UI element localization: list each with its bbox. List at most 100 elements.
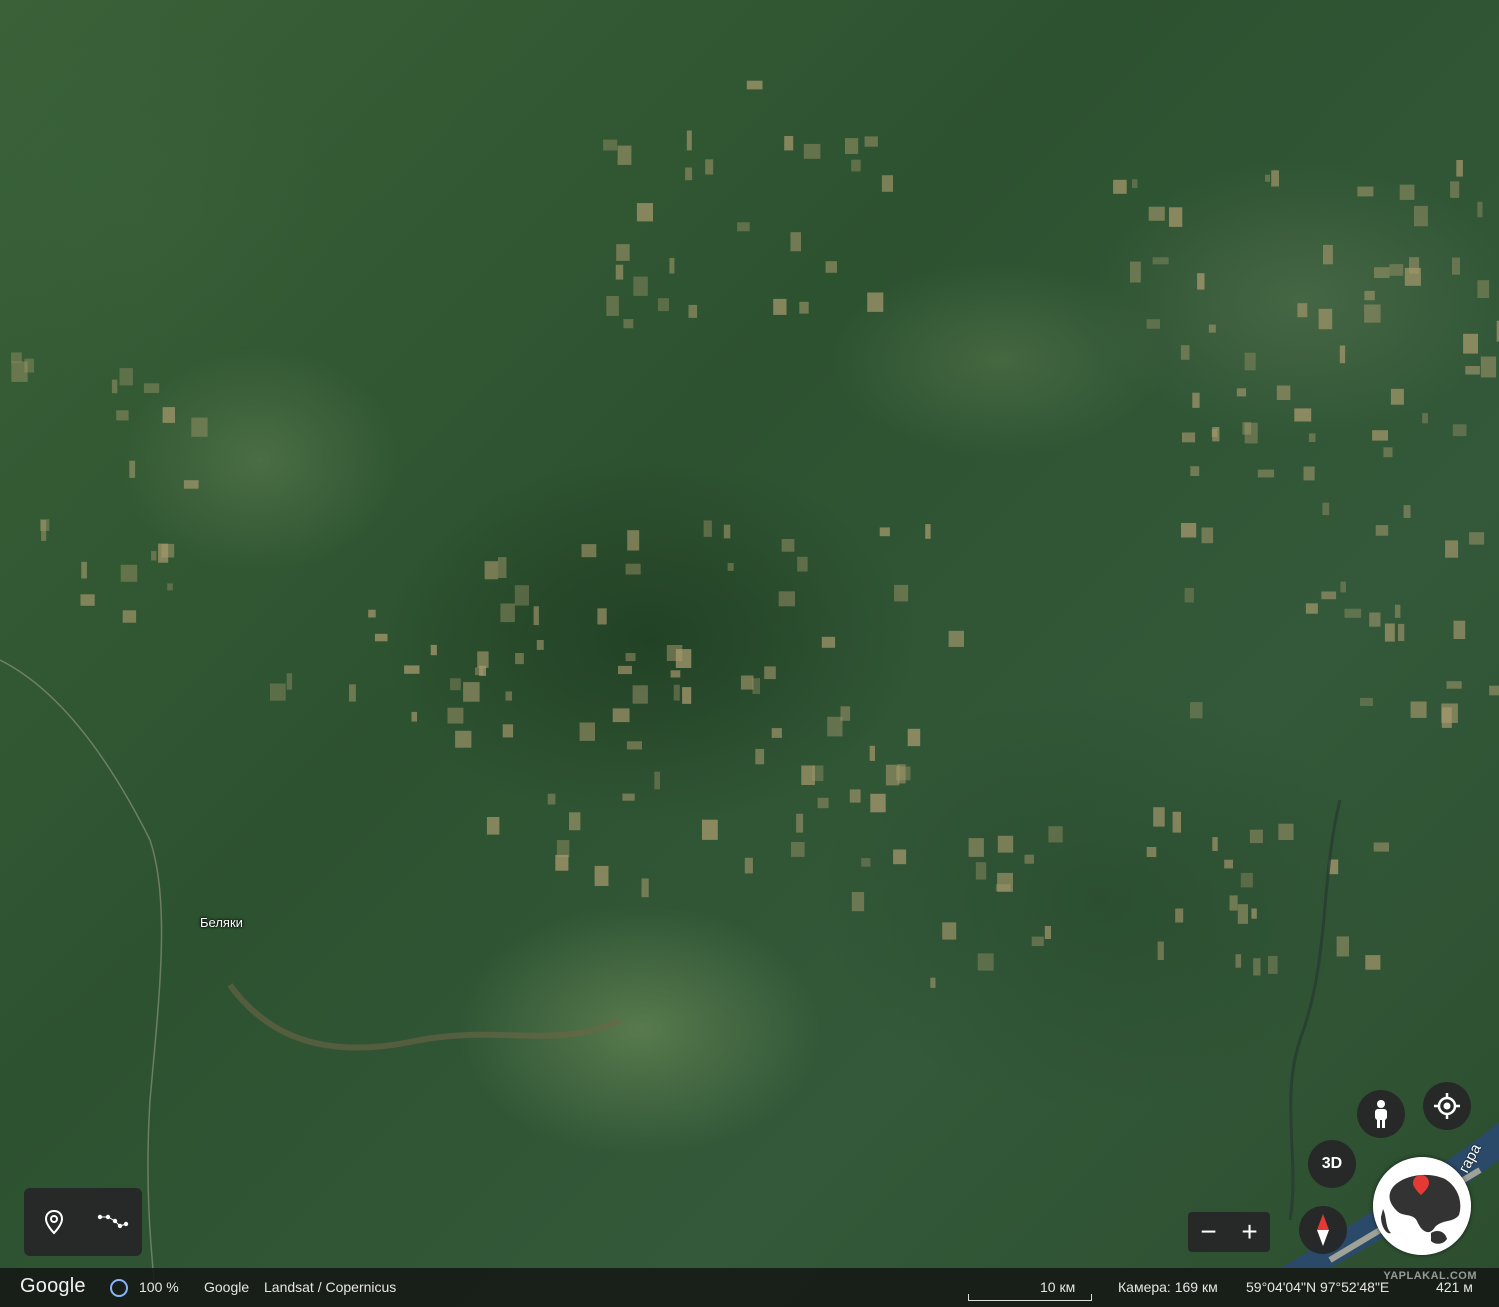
- clearing-patch: [641, 878, 649, 898]
- scale-bar: [968, 1294, 1092, 1301]
- clearing-patch: [1383, 447, 1393, 458]
- attribution-imagery[interactable]: Landsat / Copernicus: [264, 1279, 396, 1295]
- clearing-patch: [907, 728, 921, 747]
- clearing-patch: [764, 666, 776, 680]
- clearing-patch: [1184, 588, 1194, 603]
- clearing-patch: [705, 159, 714, 175]
- clearing-patch: [1480, 356, 1497, 378]
- clearing-patch: [1390, 388, 1404, 405]
- forest-clearings: [11, 80, 1499, 988]
- clearing-patch: [1244, 352, 1256, 371]
- clearing-patch: [1414, 205, 1428, 227]
- zoom-out-button[interactable]: −: [1191, 1218, 1227, 1246]
- clearing-patch: [486, 817, 500, 835]
- clearing-patch: [617, 145, 632, 165]
- clearing-patch: [632, 685, 648, 704]
- compass-button[interactable]: [1299, 1206, 1347, 1254]
- clearing-patch: [825, 261, 837, 273]
- clearing-patch: [374, 633, 388, 642]
- clearing-patch: [606, 296, 619, 316]
- clearing-patch: [80, 594, 95, 606]
- clearing-patch: [1190, 466, 1200, 476]
- clearing-patch: [670, 670, 681, 678]
- clearing-patch: [977, 953, 994, 971]
- clearing-patch: [821, 636, 836, 648]
- clearing-patch: [869, 745, 875, 761]
- clearing-patch: [612, 708, 630, 723]
- my-location-icon: [1434, 1093, 1460, 1119]
- clearing-patch: [1441, 707, 1452, 728]
- clearing-patch: [1452, 257, 1460, 275]
- clearing-patch: [24, 358, 34, 373]
- clearing-patch: [797, 556, 808, 572]
- my-location-button[interactable]: [1423, 1082, 1471, 1130]
- clearing-patch: [1322, 502, 1330, 516]
- clearing-patch: [1374, 267, 1390, 278]
- clearing-patch: [161, 543, 175, 558]
- clearing-patch: [925, 524, 931, 539]
- coordinates: 59°04'04"N 97°52'48"E: [1246, 1279, 1390, 1295]
- clearing-patch: [1271, 170, 1279, 187]
- clearing-patch: [682, 687, 692, 704]
- clearing-patch: [1157, 941, 1164, 960]
- clearing-patch: [579, 722, 595, 741]
- clearing-patch: [627, 530, 640, 551]
- placemark-button[interactable]: [34, 1202, 74, 1242]
- zoom-in-button[interactable]: +: [1232, 1218, 1268, 1246]
- clearing-patch: [1182, 432, 1196, 443]
- globe-button[interactable]: [1373, 1157, 1471, 1255]
- clearing-patch: [455, 730, 472, 748]
- clearing-patch: [1344, 608, 1362, 618]
- clearing-patch: [755, 748, 765, 765]
- clearing-patch: [618, 665, 632, 675]
- clearing-patch: [129, 460, 136, 478]
- clearing-patch: [1489, 685, 1499, 696]
- clearing-patch: [1469, 532, 1485, 545]
- path-button[interactable]: [93, 1202, 133, 1242]
- clearing-patch: [1276, 385, 1291, 400]
- clearing-patch: [111, 379, 118, 394]
- clearing-patch: [1384, 623, 1395, 642]
- stream: [227, 983, 622, 1051]
- clearing-patch: [463, 682, 480, 702]
- clearing-patch: [447, 707, 464, 724]
- clearing-patch: [625, 653, 636, 662]
- clearing-patch: [1308, 433, 1316, 442]
- clearing-patch: [737, 222, 750, 232]
- toggle-3d-button[interactable]: 3D: [1308, 1140, 1356, 1188]
- clearing-patch: [1146, 847, 1157, 857]
- clearing-patch: [1175, 908, 1184, 923]
- pegman-button[interactable]: [1357, 1090, 1405, 1138]
- clearing-patch: [120, 564, 138, 582]
- clearing-patch: [657, 298, 669, 312]
- clearing-patch: [533, 606, 539, 626]
- clearing-patch: [349, 684, 356, 702]
- clearing-patch: [502, 724, 514, 738]
- clearing-patch: [1305, 603, 1318, 614]
- clearing-patch: [1224, 859, 1233, 869]
- clearing-patch: [1394, 604, 1401, 618]
- clearing-patch: [41, 520, 47, 541]
- clearing-patch: [1181, 523, 1197, 538]
- path-icon: [97, 1214, 128, 1229]
- compass-icon: [1317, 1214, 1329, 1246]
- clearing-patch: [784, 136, 794, 151]
- clearing-patch: [622, 793, 635, 801]
- clearing-patch: [1153, 807, 1165, 827]
- clearing-patch: [849, 789, 861, 803]
- clearing-patch: [151, 551, 157, 561]
- clearing-patch: [597, 608, 607, 625]
- clearing-patch: [119, 368, 133, 386]
- clearing-patch: [997, 835, 1014, 853]
- clearing-patch: [879, 527, 890, 537]
- clearing-patch: [536, 640, 544, 650]
- satellite-map[interactable]: Беляки гара: [0, 0, 1499, 1307]
- clearing-patch: [791, 842, 805, 857]
- clearing-patch: [270, 683, 286, 701]
- clearing-patch: [1297, 303, 1308, 318]
- clearing-patch: [547, 793, 556, 805]
- clearing-patch: [1172, 811, 1181, 833]
- attribution-google[interactable]: Google: [204, 1279, 249, 1295]
- placemark-icon: [44, 1209, 63, 1235]
- clearing-patch: [1446, 681, 1462, 689]
